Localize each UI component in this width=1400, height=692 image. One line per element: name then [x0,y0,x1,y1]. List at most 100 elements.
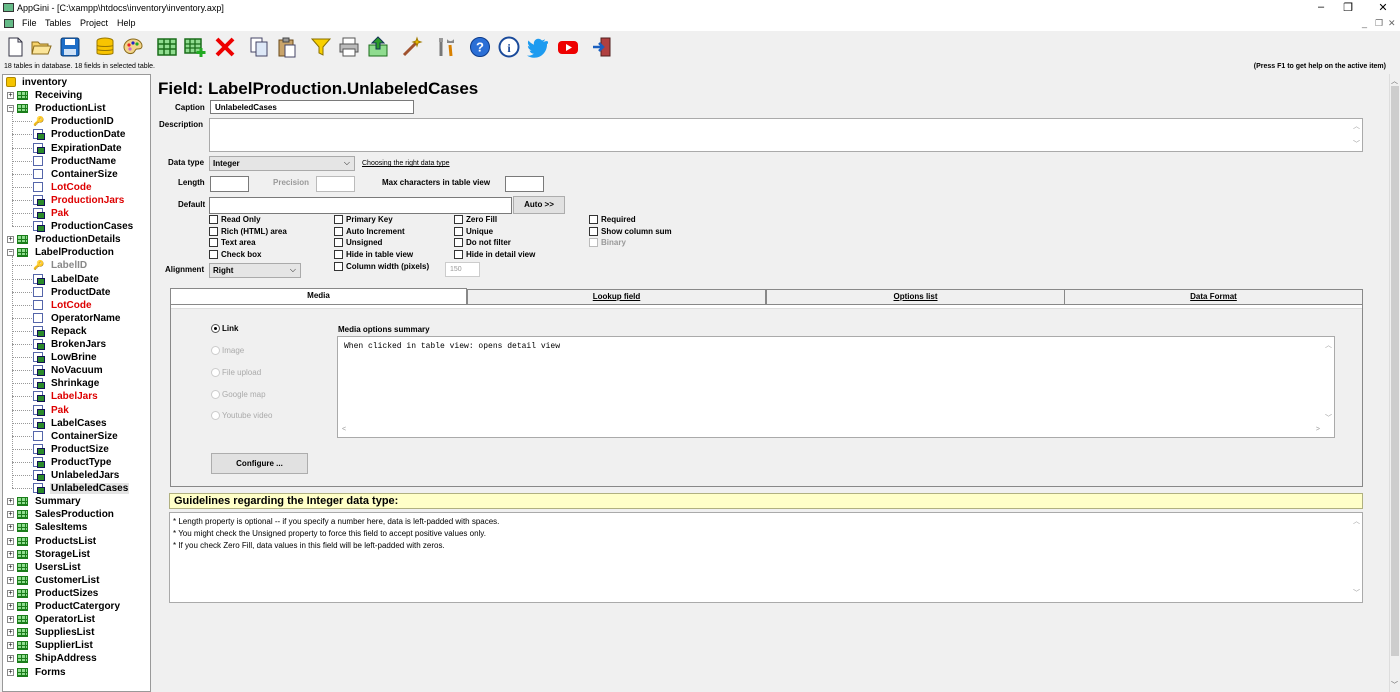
tree-field-pak[interactable]: Pak [12,404,70,417]
tree-table-shipaddress[interactable]: + ShipAddress [6,652,97,665]
tree-field-shrinkage[interactable]: Shrinkage [12,377,100,390]
primary-key-checkbox[interactable]: Primary Key [334,215,393,225]
tree-table-productslist[interactable]: + ProductsList [6,535,96,548]
summary-hscroll[interactable]: < > [338,425,1324,437]
expand-icon[interactable]: + [7,511,14,519]
alignment-select[interactable]: Right ⌵ [209,263,301,278]
tree-field-labeldate[interactable]: LabelDate [12,273,100,286]
expand-icon[interactable]: + [7,603,14,610]
tree-field-labelid[interactable]: 🔑 LabelID [12,259,88,272]
expand-icon[interactable]: + [7,655,14,663]
required-checkbox[interactable]: Required [589,215,636,225]
media-radio-youtube-video[interactable]: Youtube video [211,411,272,421]
expand-icon[interactable]: + [7,236,14,244]
tree-field-productdate[interactable]: ProductDate [12,286,111,299]
mdi-minimize-button[interactable]: _ [1362,18,1367,28]
magic-wand-icon[interactable] [400,35,423,58]
tree-field-unlabeledjars[interactable]: UnlabeledJars [12,469,120,482]
text-area-checkbox[interactable]: Text area [209,238,256,248]
guidelines-scrollbar[interactable]: ︿ ﹀ [1350,513,1362,602]
info-icon[interactable]: i [497,35,520,58]
tree-table-customerlist[interactable]: + CustomerList [6,574,99,587]
expand-icon[interactable]: + [7,92,14,100]
tree-table-productiondetails[interactable]: + ProductionDetails [6,233,121,246]
media-summary-box[interactable]: When clicked in table view: opens detail… [337,336,1335,438]
save-icon[interactable] [58,35,81,58]
tree-field-unlabeledcases[interactable]: UnlabeledCases [12,482,130,495]
restore-button[interactable]: ❐ [1338,1,1358,14]
tree-field-productname[interactable]: ProductName [12,155,117,168]
tree-field-pak[interactable]: Pak [12,207,70,220]
binary-checkbox[interactable]: Binary [589,238,626,248]
tree-field-repack[interactable]: Repack [12,325,88,338]
tree-field-expirationdate[interactable]: ExpirationDate [12,142,123,155]
add-table-icon[interactable] [183,35,206,58]
expand-icon[interactable]: + [7,524,14,532]
tree-field-productionid[interactable]: 🔑 ProductionID [12,115,115,128]
expand-icon[interactable]: + [7,550,14,558]
media-radio-image[interactable]: Image [211,346,244,356]
show-column-sum-checkbox[interactable]: Show column sum [589,227,672,237]
tree-table-salesitems[interactable]: + SalesItems [6,521,87,534]
delete-icon[interactable] [213,35,236,58]
help-icon[interactable]: ? [468,35,491,58]
caption-input[interactable]: UnlabeledCases [210,100,414,114]
default-input[interactable] [209,197,512,214]
tree-field-producttype[interactable]: ProductType [12,456,112,469]
unique-checkbox[interactable]: Unique [454,227,493,237]
length-input[interactable] [210,176,249,192]
datatype-help-link[interactable]: Choosing the right data type [362,160,450,167]
tree-table-productcatergory[interactable]: + ProductCatergory [6,600,120,613]
filter-icon[interactable] [309,35,332,58]
open-folder-icon[interactable] [29,35,52,58]
menu-tables[interactable]: Tables [45,18,71,28]
tab-lookup-field[interactable]: Lookup field [467,289,766,304]
close-button[interactable]: ✕ [1373,1,1393,14]
column-width-input[interactable]: 150 [445,262,480,277]
tree-table-summary[interactable]: + Summary [6,495,81,508]
tree-table-salesproduction[interactable]: + SalesProduction [6,508,114,521]
check-box-checkbox[interactable]: Check box [209,250,261,260]
expand-icon[interactable]: + [7,668,14,676]
tree-field-lotcode[interactable]: LotCode [12,299,93,312]
collapse-icon[interactable]: − [7,249,14,257]
database-icon[interactable] [93,35,116,58]
tab-options-list[interactable]: Options list [766,289,1065,304]
tree-field-containersize[interactable]: ContainerSize [12,430,119,443]
tree-table-supplieslist[interactable]: + SuppliesList [6,626,94,639]
unsigned-checkbox[interactable]: Unsigned [334,238,382,248]
tree-field-lowbrine[interactable]: LowBrine [12,351,98,364]
tree-field-productsize[interactable]: ProductSize [12,443,110,456]
tree-table-receiving[interactable]: + Receiving [6,89,82,102]
tree-table-productionlist[interactable]: − ProductionList [6,102,106,115]
hide-detail-view-checkbox[interactable]: Hide in detail view [454,250,535,260]
paste-icon[interactable] [275,35,298,58]
menu-project[interactable]: Project [80,18,108,28]
expand-icon[interactable]: + [7,629,14,637]
mdi-close-button[interactable]: ✕ [1388,18,1396,29]
tree-table-supplierlist[interactable]: + SupplierList [6,639,93,652]
mdi-restore-button[interactable]: ❐ [1375,18,1383,29]
tree-field-operatorname[interactable]: OperatorName [12,312,121,325]
minimize-button[interactable]: – [1311,1,1331,13]
maxchars-input[interactable] [505,176,544,192]
description-scrollbar[interactable]: ︿ ﹀ [1350,119,1362,151]
tab-data-format[interactable]: Data Format [1064,289,1363,304]
palette-icon[interactable] [121,35,144,58]
tree-field-brokenjars[interactable]: BrokenJars [12,338,107,351]
menu-help[interactable]: Help [117,18,136,28]
description-textarea[interactable]: ︿ ﹀ [209,118,1363,152]
expand-icon[interactable]: + [7,589,14,597]
read-only-checkbox[interactable]: Read Only [209,215,261,225]
exit-icon[interactable] [590,35,613,58]
tree-table-userslist[interactable]: + UsersList [6,561,81,574]
expand-icon[interactable]: + [7,576,14,584]
table-icon[interactable] [155,35,178,58]
copy-icon[interactable] [247,35,270,58]
summary-vscroll[interactable]: ︿ ﹀ [1322,337,1334,425]
tree-field-productiondate[interactable]: ProductionDate [12,128,126,141]
zero-fill-checkbox[interactable]: Zero Fill [454,215,497,225]
media-radio-link[interactable]: Link [211,324,238,334]
twitter-icon[interactable] [525,35,548,58]
tree-table-productsizes[interactable]: + ProductSizes [6,587,98,600]
